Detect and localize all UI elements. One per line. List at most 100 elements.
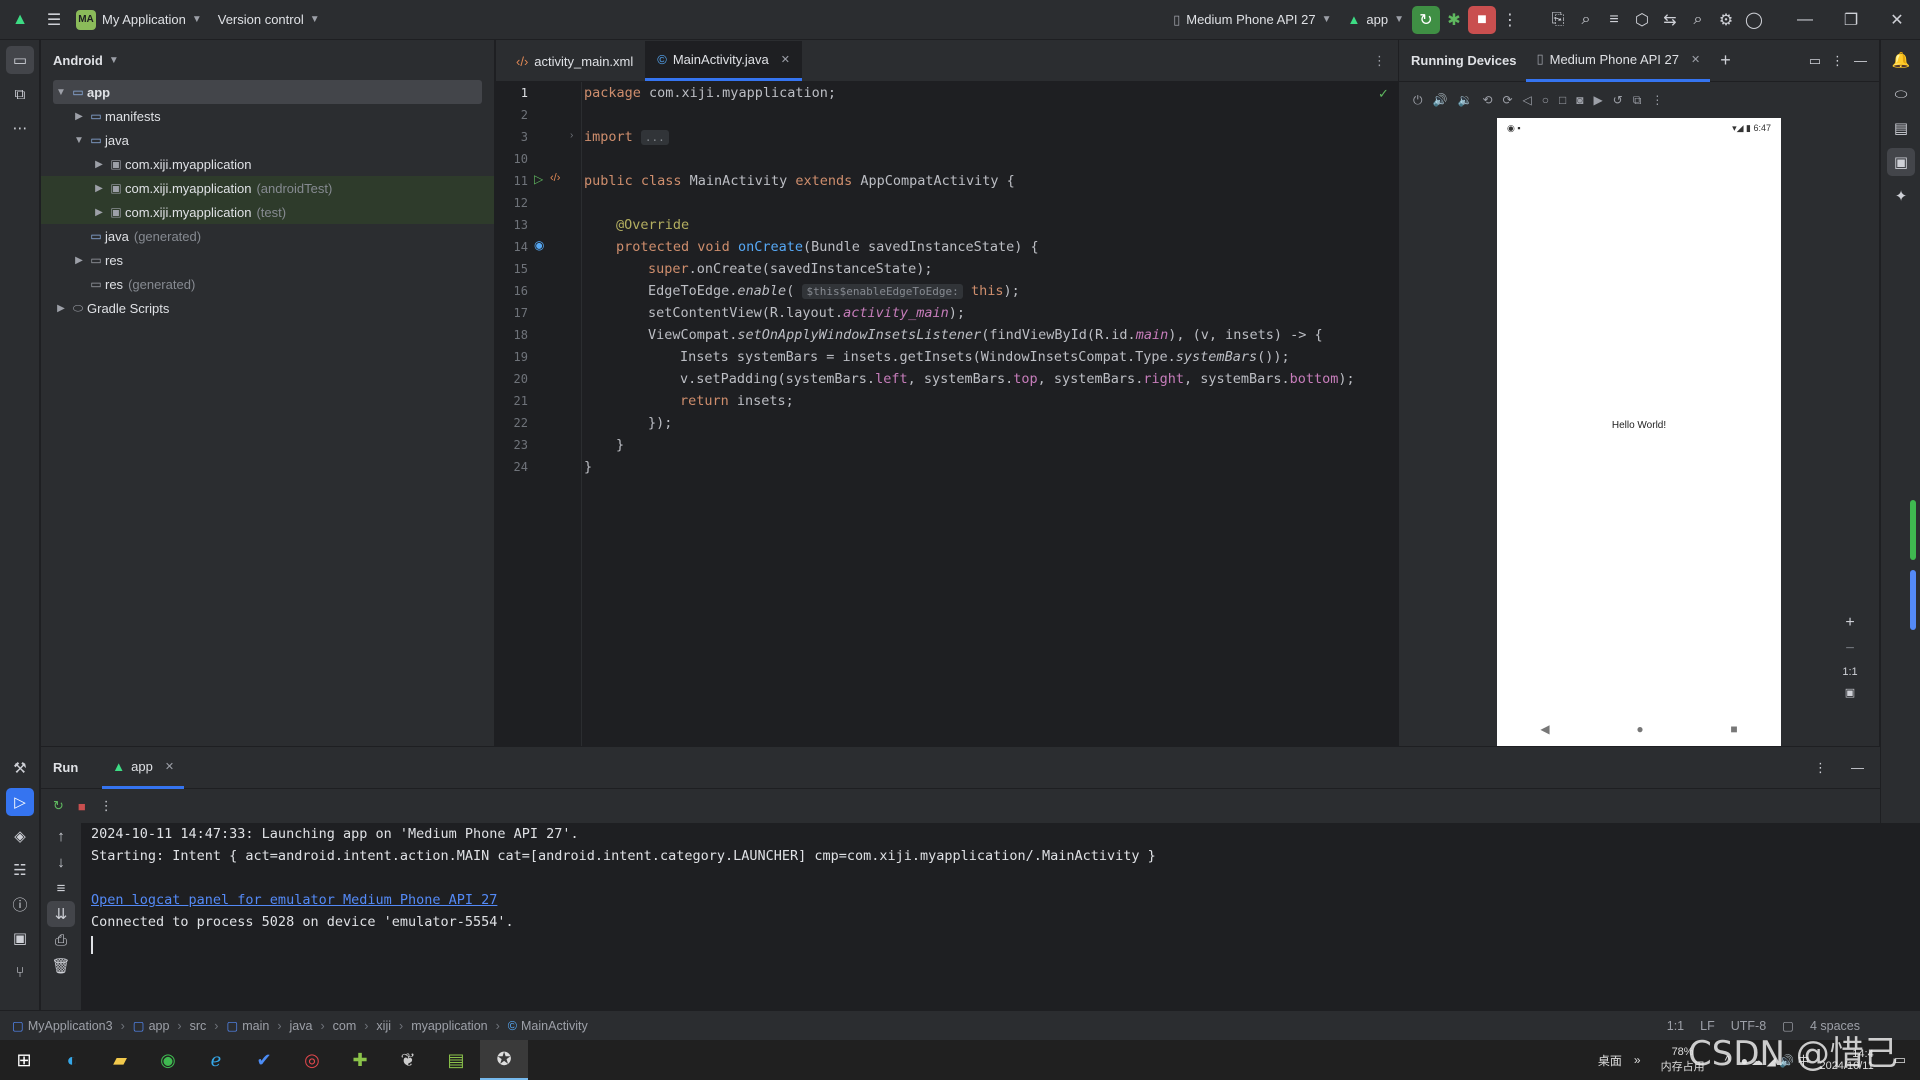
sdk-manager-icon[interactable]: ⬡ [1628, 6, 1656, 34]
bird-app-icon[interactable]: ❦ [384, 1040, 432, 1080]
hide-run-panel-icon[interactable]: — [1851, 760, 1864, 775]
breadcrumb-com[interactable]: com [333, 1019, 357, 1033]
problems-icon[interactable]: ⓘ [6, 890, 34, 918]
logcat-icon[interactable]: ☵ [6, 856, 34, 884]
breadcrumb-app[interactable]: ▢ app [133, 1018, 170, 1034]
zoom-actual-size[interactable]: 1:1 [1842, 666, 1857, 678]
chevron-double-icon[interactable]: » [1634, 1053, 1641, 1067]
tree-item-package-androidtest[interactable]: ▶ ▣ com.xiji.myapplication (androidTest) [41, 176, 494, 200]
breadcrumb-xiji[interactable]: xiji [376, 1019, 391, 1033]
breadcrumb-java[interactable]: java [290, 1019, 313, 1033]
tree-item-app[interactable]: ▼ ▭ app [53, 80, 482, 104]
resource-manager-icon[interactable]: ⧉ [6, 80, 34, 108]
build-icon[interactable]: ⚒ [6, 754, 34, 782]
terminal-icon[interactable]: ▣ [6, 924, 34, 952]
tree-item-java-generated[interactable]: ▭ java (generated) [53, 224, 482, 248]
desktop-label[interactable]: 桌面 [1598, 1052, 1622, 1069]
soft-wrap-icon[interactable]: ≡ [47, 875, 75, 901]
run-tab-app[interactable]: ▲ app ✕ [102, 747, 185, 789]
hide-panel-icon[interactable]: — [1854, 53, 1867, 68]
back-icon[interactable]: ◁ [1523, 93, 1532, 107]
netease-music-icon[interactable]: ◎ [288, 1040, 336, 1080]
close-tab-icon[interactable]: ✕ [781, 53, 790, 66]
trash-icon[interactable]: 🗑 [47, 953, 75, 979]
mirror-icon[interactable]: ⧉ [1633, 93, 1642, 108]
main-menu-icon[interactable]: ☰ [40, 6, 68, 34]
project-selector[interactable]: MA My Application ▼ [68, 6, 210, 34]
nav-recents-icon[interactable]: ■ [1730, 722, 1737, 736]
sync-gradle-icon[interactable]: ≡ [1600, 6, 1628, 34]
fold-icon[interactable]: › [570, 130, 573, 141]
tab-activity-main-xml[interactable]: ‹/› activity_main.xml [504, 41, 645, 81]
device-manager-icon[interactable]: ⎘ [1544, 6, 1572, 34]
layout-inspector-icon[interactable]: ⌕ [1572, 6, 1600, 34]
phone-screen[interactable]: ◉ ▪ ▾◢ ▮ 6:47 Hello World! ◀ ● ■ [1497, 118, 1781, 746]
green-app-icon[interactable]: ◉ [144, 1040, 192, 1080]
rerun-icon[interactable]: ↻ [1412, 5, 1440, 34]
run-console[interactable]: 2024-10-11 14:47:33: Launching app on 'M… [81, 823, 1920, 1010]
caret-position[interactable]: 1:1 [1667, 1019, 1684, 1033]
close-tab-icon[interactable]: ✕ [165, 760, 174, 773]
breadcrumb-mainactivity[interactable]: © MainActivity [508, 1019, 588, 1033]
zoom-fit-icon[interactable]: ▣ [1845, 686, 1855, 699]
screen-record-icon[interactable]: ▶ [1594, 93, 1603, 107]
nav-home-icon[interactable]: ● [1636, 722, 1643, 736]
feishu-icon[interactable]: ✔ [240, 1040, 288, 1080]
stop-icon[interactable]: ■ [1468, 5, 1496, 34]
open-logcat-link[interactable]: Open logcat panel for emulator Medium Ph… [91, 889, 497, 911]
panel-options-icon[interactable]: ⋮ [1831, 53, 1844, 69]
tree-item-gradle-scripts[interactable]: ▶ ⬭ Gradle Scripts [53, 296, 482, 320]
notifications-icon[interactable]: 🔔 [1887, 46, 1915, 74]
debug-icon[interactable]: ✱ [1440, 6, 1468, 34]
notepad-icon[interactable]: ▤ [432, 1040, 480, 1080]
volume-up-icon[interactable]: 🔊 [1433, 93, 1448, 107]
git-icon[interactable]: ⑂ [6, 958, 34, 986]
scroll-up-icon[interactable]: ↑ [47, 823, 75, 849]
run-panel-icon[interactable]: ▷ [6, 788, 34, 816]
file-explorer-icon[interactable]: ▰ [96, 1040, 144, 1080]
tree-item-package[interactable]: ▶ ▣ com.xiji.myapplication [53, 152, 482, 176]
tree-item-res-generated[interactable]: ▭ res (generated) [53, 272, 482, 296]
more-actions-icon[interactable]: ⋮ [1496, 6, 1524, 34]
rotate-right-icon[interactable]: ⟳ [1502, 93, 1512, 107]
screenshot-icon[interactable]: ◙ [1576, 93, 1583, 107]
breadcrumb-myapplication[interactable]: myapplication [411, 1019, 487, 1033]
breadcrumb-project[interactable]: ▢ MyApplication3 [12, 1018, 113, 1034]
close-icon[interactable]: ✕ [1874, 6, 1920, 34]
gradle-panel-icon[interactable]: ⬭ [1887, 80, 1915, 108]
more-run-actions-icon[interactable]: ⋮ [100, 798, 113, 814]
search-icon[interactable]: ⌕ [1684, 6, 1712, 34]
zoom-in-icon[interactable]: + [1845, 614, 1854, 632]
close-tab-icon[interactable]: ✕ [1691, 53, 1700, 66]
override-gutter-icon[interactable]: ◉ [534, 238, 544, 252]
add-device-icon[interactable]: + [1720, 50, 1731, 71]
app-quality-icon[interactable]: ◈ [6, 822, 34, 850]
home-icon[interactable]: ○ [1542, 93, 1549, 107]
volume-down-icon[interactable]: 🔉 [1457, 93, 1472, 107]
minimize-icon[interactable]: — [1782, 6, 1828, 34]
zoom-out-icon[interactable]: − [1845, 640, 1854, 658]
breadcrumb-src[interactable]: src [190, 1019, 207, 1033]
overview-icon[interactable]: □ [1559, 93, 1566, 107]
run-options-icon[interactable]: ⋮ [1814, 760, 1827, 776]
ie-browser-icon[interactable]: ℯ [192, 1040, 240, 1080]
scroll-down-icon[interactable]: ↓ [47, 849, 75, 875]
rerun-icon[interactable]: ↻ [53, 798, 64, 814]
restore-icon[interactable]: ❐ [1828, 6, 1874, 34]
version-control-menu[interactable]: Version control ▼ [210, 6, 328, 34]
device-tab[interactable]: ▯ Medium Phone API 27 ✕ [1526, 40, 1711, 82]
running-devices-icon[interactable]: ▣ [1887, 148, 1915, 176]
gear-icon[interactable]: ⚙ [1712, 6, 1740, 34]
more-device-actions-icon[interactable]: ⋮ [1651, 93, 1663, 107]
more-tools-icon[interactable]: ⋯ [6, 114, 34, 142]
gemini-icon[interactable]: ✦ [1887, 182, 1915, 210]
project-folder-icon[interactable]: ▭ [6, 46, 34, 74]
edge-browser-icon[interactable]: ◐ [48, 1040, 96, 1080]
device-explorer-icon[interactable]: ▤ [1887, 114, 1915, 142]
windows-start-icon[interactable]: ⊞ [0, 1040, 48, 1080]
tabs-more-icon[interactable]: ⋮ [1361, 41, 1398, 81]
device-selector[interactable]: ▯ Medium Phone API 27 ▼ [1165, 6, 1339, 34]
account-icon[interactable]: ◯ [1740, 6, 1768, 34]
tab-mainactivity-java[interactable]: © MainActivity.java ✕ [645, 41, 802, 81]
run-config-selector[interactable]: ▲ app ▼ [1340, 6, 1412, 34]
